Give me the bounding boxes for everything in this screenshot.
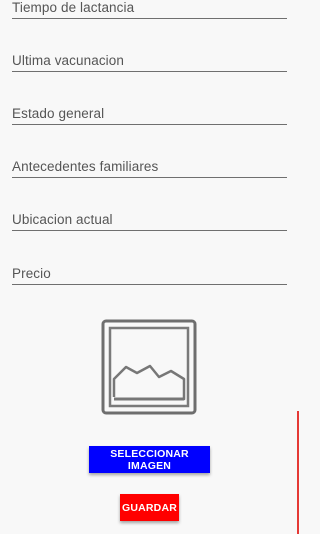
- save-button[interactable]: GUARDAR: [120, 494, 179, 521]
- field-placeholder: Ubicacion actual: [12, 212, 113, 227]
- ultima-vacunacion-field[interactable]: Ultima vacunacion: [12, 50, 287, 72]
- field-placeholder: Estado general: [12, 106, 105, 121]
- select-image-button[interactable]: SELECCIONAR IMAGEN: [89, 446, 210, 473]
- field-placeholder: Precio: [12, 266, 51, 281]
- field-placeholder: Ultima vacunacion: [12, 53, 125, 68]
- field-placeholder: Tiempo de lactancia: [12, 0, 135, 15]
- tiempo-lactancia-field[interactable]: Tiempo de lactancia: [12, 0, 287, 19]
- antecedentes-familiares-field[interactable]: Antecedentes familiares: [12, 156, 287, 178]
- estado-general-field[interactable]: Estado general: [12, 103, 287, 125]
- precio-field[interactable]: Precio: [12, 263, 287, 285]
- image-placeholder-icon: [101, 319, 197, 415]
- scroll-indicator: [297, 411, 299, 534]
- image-preview: [101, 319, 197, 415]
- field-placeholder: Antecedentes familiares: [12, 159, 159, 174]
- ubicacion-actual-field[interactable]: Ubicacion actual: [12, 209, 287, 231]
